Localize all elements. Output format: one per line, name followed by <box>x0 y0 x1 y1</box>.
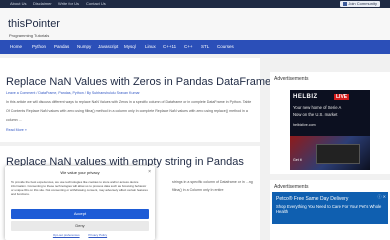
ad-image: Get it <box>290 136 370 170</box>
tv-image <box>316 144 360 164</box>
close-icon[interactable]: × <box>148 169 151 175</box>
consent-body: To provide the best experiences, we use … <box>11 180 148 197</box>
site-tagline: Programming Tutorials <box>9 33 50 38</box>
topbar-link-disclaimer[interactable]: Disclaimer <box>33 1 52 7</box>
ad-close-icon[interactable]: ⓘ ✕ <box>378 194 386 200</box>
accept-button[interactable]: Accept <box>11 209 149 219</box>
ad-cta[interactable]: Get it <box>293 158 302 162</box>
post-title[interactable]: Replace NaN Values with Zeros in Pandas … <box>6 76 271 88</box>
ad-text: Your new home of Serie A <box>293 105 342 110</box>
main-nav: Home Python Pandas Numpy Javascript Mysq… <box>0 40 390 54</box>
nav-item-cpp[interactable]: C++ <box>184 40 193 54</box>
deny-button[interactable]: Deny <box>11 221 149 231</box>
ad-text: Shop Everything You Need to Care For You… <box>276 204 382 214</box>
site-header: thisPointer Programming Tutorials <box>0 8 390 40</box>
consent-title: We value your privacy <box>60 170 100 175</box>
sidebar-ad-widget: Advertisements ⓘ ✕ Petco® Free Same Day … <box>270 180 390 240</box>
read-more-link[interactable]: Read More » <box>6 128 27 132</box>
nav-item-linux[interactable]: Linux <box>145 40 156 54</box>
nav-item-pandas[interactable]: Pandas <box>54 40 69 54</box>
nav-item-javascript[interactable]: Javascript <box>98 40 118 54</box>
post-meta[interactable]: Leave a Comment / DataFrame, Pandas, Pyt… <box>6 91 140 95</box>
nav-item-courses[interactable]: Courses <box>217 40 234 54</box>
topbar-link-contact[interactable]: Contact Us <box>86 1 106 7</box>
topbar-link-about[interactable]: About Us <box>10 1 26 7</box>
nav-item-mysql[interactable]: Mysql <box>124 40 136 54</box>
post-excerpt: In this article we will discuss differen… <box>6 100 252 122</box>
privacy-policy-link[interactable]: Privacy Policy <box>88 233 107 237</box>
ad-text: helbizlive.com <box>293 123 316 127</box>
cookie-consent-dialog: We value your privacy × To provide the b… <box>5 166 155 240</box>
ads-heading: Advertisements <box>274 184 309 190</box>
consent-links: Opt-out preferences Privacy Policy <box>5 233 155 237</box>
ads-heading: Advertisements <box>274 76 309 82</box>
site-title[interactable]: thisPointer <box>8 18 60 30</box>
nav-item-stl[interactable]: STL <box>201 40 209 54</box>
petco-ad[interactable]: ⓘ ✕ Petco® Free Same Day Delivery Shop E… <box>272 192 388 224</box>
ad-text: Petco® Free Same Day Delivery <box>276 196 349 202</box>
nav-item-numpy[interactable]: Numpy <box>77 40 91 54</box>
post-excerpt: strings in a specific column of Datafram… <box>172 180 253 192</box>
join-community-button[interactable]: Join Community <box>340 1 380 7</box>
helbiz-ad[interactable]: HELBIZ LIVE Your new home of Serie A Now… <box>290 90 370 170</box>
topbar-link-write[interactable]: Write for Us <box>58 1 79 7</box>
join-community-label: Join Community <box>348 1 377 6</box>
top-bar: About Us Disclaimer Write for Us Contact… <box>0 0 390 8</box>
ad-brand: HELBIZ <box>293 94 318 100</box>
nav-item-cpp11[interactable]: C++11 <box>163 40 176 54</box>
nav-item-home[interactable]: Home <box>10 40 22 54</box>
facebook-icon <box>343 1 348 6</box>
ad-text: Now on the U.S. market <box>293 112 338 117</box>
nav-item-python[interactable]: Python <box>32 40 46 54</box>
sidebar-ad-widget: Advertisements HELBIZ LIVE Your new home… <box>270 72 390 174</box>
opt-out-link[interactable]: Opt-out preferences <box>53 233 80 237</box>
post-divider <box>0 142 260 146</box>
ad-live-badge: LIVE <box>334 94 350 100</box>
